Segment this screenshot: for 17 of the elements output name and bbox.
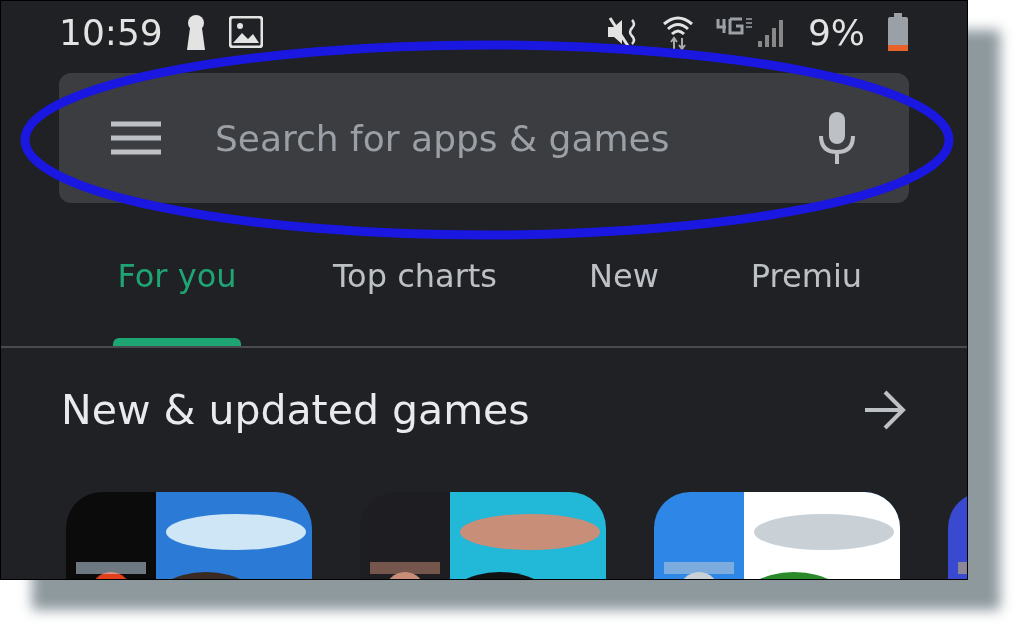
tab[interactable]: Top charts <box>287 241 544 346</box>
section-title: New & updated games <box>61 386 531 434</box>
wifi-icon <box>661 14 694 50</box>
tab[interactable]: New <box>543 241 705 346</box>
microphone-icon[interactable] <box>817 112 857 164</box>
menu-icon[interactable] <box>111 121 161 155</box>
tab[interactable]: Premiu <box>704 241 909 346</box>
battery-percent: 9% <box>807 11 865 53</box>
clock-time: 10:59 <box>59 11 163 53</box>
search-bar[interactable]: Search for apps & games <box>59 73 909 203</box>
search-field[interactable]: Search for apps & games <box>213 116 765 160</box>
image-icon <box>228 16 263 48</box>
signal-icon <box>715 15 786 49</box>
battery-icon <box>887 13 909 51</box>
tab[interactable]: For you <box>61 241 287 346</box>
arrow-right-icon[interactable] <box>863 390 907 430</box>
keyhole-icon <box>184 14 207 50</box>
